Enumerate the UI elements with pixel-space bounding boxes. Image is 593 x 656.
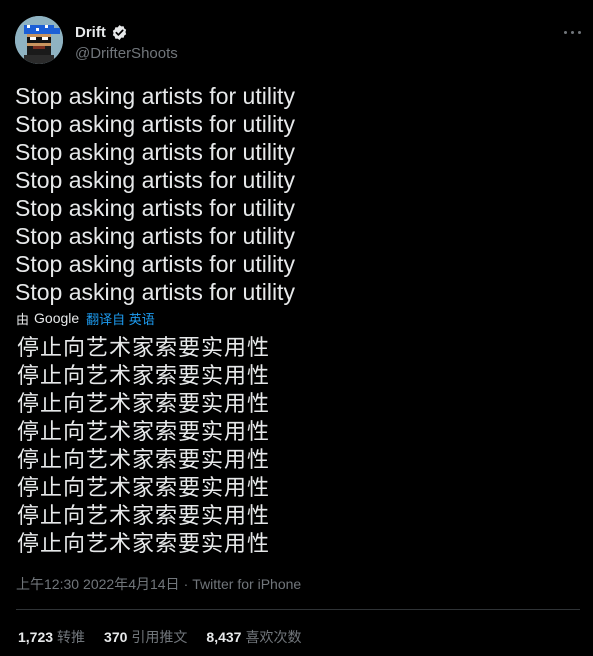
tweet-date-link[interactable]: 2022年4月14日 xyxy=(83,574,180,594)
tweet-metadata: 上午12:30 2022年4月14日 · Twitter for iPhone xyxy=(16,575,301,593)
tweet-text-line: Stop asking artists for utility xyxy=(15,139,295,165)
tweet-text-line: Stop asking artists for utility xyxy=(15,223,295,249)
tweet-text-line: Stop asking artists for utility xyxy=(15,251,295,277)
tweet-text: Stop asking artists for utility Stop ask… xyxy=(15,82,575,306)
google-logo: Google xyxy=(34,310,80,326)
verified-badge-icon xyxy=(111,24,128,41)
more-options-icon[interactable] xyxy=(561,20,585,44)
translated-text-line: 停止向艺术家索要实用性 xyxy=(17,391,271,416)
translated-by-label: 由 xyxy=(16,311,30,327)
likes-count: 8,437 xyxy=(206,629,242,645)
tweet-stats: 1,723 转推 370 引用推文 8,437 喜欢次数 xyxy=(18,627,320,647)
tweet-text-line: Stop asking artists for utility xyxy=(15,111,295,137)
divider xyxy=(16,609,580,610)
tweet-text-line: Stop asking artists for utility xyxy=(15,195,295,221)
user-handle[interactable]: @DrifterShoots xyxy=(75,45,178,62)
tweet-text-line: Stop asking artists for utility xyxy=(15,83,295,109)
likes-stat[interactable]: 8,437 喜欢次数 xyxy=(206,627,301,647)
retweets-label: 转推 xyxy=(57,629,86,645)
likes-label: 喜欢次数 xyxy=(245,629,302,645)
quotes-stat[interactable]: 370 引用推文 xyxy=(104,627,187,647)
translated-text-line: 停止向艺术家索要实用性 xyxy=(17,503,271,528)
translated-text-line: 停止向艺术家索要实用性 xyxy=(17,363,271,388)
tweet-time-link[interactable]: 上午12:30 xyxy=(16,574,79,594)
retweets-count: 1,723 xyxy=(18,629,54,645)
tweet-text-line: Stop asking artists for utility xyxy=(15,279,295,305)
tweet-text-line: Stop asking artists for utility xyxy=(15,167,295,193)
translated-text-line: 停止向艺术家索要实用性 xyxy=(17,447,271,472)
tweet-source-link[interactable]: Twitter for iPhone xyxy=(192,576,301,592)
translated-text: 停止向艺术家索要实用性 停止向艺术家索要实用性 停止向艺术家索要实用性 停止向艺… xyxy=(17,334,270,558)
quotes-label: 引用推文 xyxy=(131,629,188,645)
meta-separator: · xyxy=(183,576,189,592)
translated-text-line: 停止向艺术家索要实用性 xyxy=(17,531,271,556)
translated-text-line: 停止向艺术家索要实用性 xyxy=(17,419,271,444)
translation-attribution: 由 Google 翻译自 英语 xyxy=(16,309,155,327)
translated-text-line: 停止向艺术家索要实用性 xyxy=(17,475,271,500)
pixel-art-avatar-icon xyxy=(15,16,63,64)
avatar[interactable] xyxy=(15,16,63,64)
display-name[interactable]: Drift xyxy=(75,24,106,41)
tweet-header: Drift @DrifterShoots xyxy=(15,16,585,68)
translated-text-line: 停止向艺术家索要实用性 xyxy=(17,335,271,360)
retweets-stat[interactable]: 1,723 转推 xyxy=(18,627,85,647)
quotes-count: 370 xyxy=(104,629,128,645)
translated-from-link[interactable]: 翻译自 英语 xyxy=(86,309,155,328)
